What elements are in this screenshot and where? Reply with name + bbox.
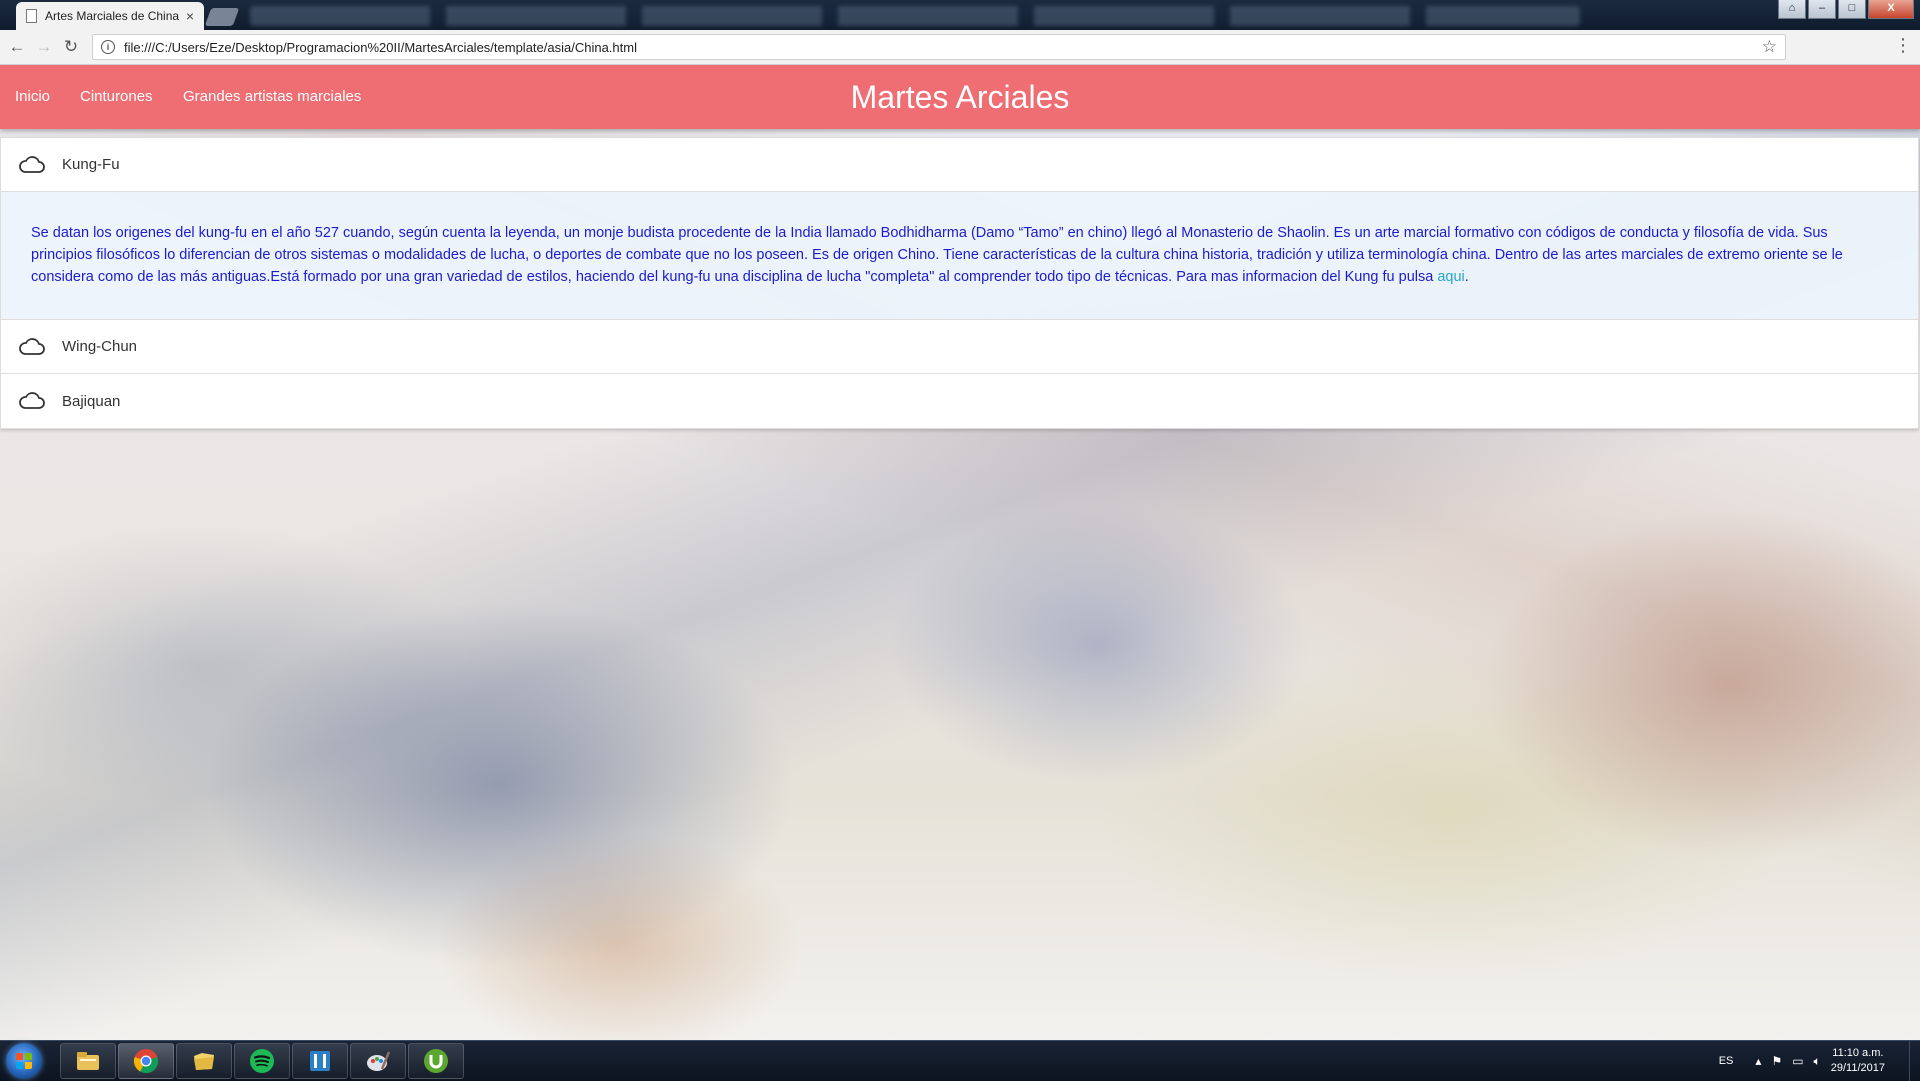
cloud-icon bbox=[19, 337, 45, 355]
maximize-button[interactable]: □ bbox=[1838, 0, 1866, 19]
collapsible-title: Kung-Fu bbox=[62, 156, 120, 173]
collapsible-title: Bajiquan bbox=[62, 392, 121, 410]
paint-icon bbox=[367, 1051, 391, 1071]
nav-link-cinturones[interactable]: Cinturones bbox=[80, 65, 153, 129]
clock[interactable]: 11:10 a.m. 29/11/2017 bbox=[1831, 1046, 1885, 1076]
taskbar-folder[interactable] bbox=[176, 1043, 232, 1079]
document-icon bbox=[26, 9, 37, 23]
language-indicator[interactable]: ES bbox=[1719, 1055, 1734, 1067]
back-icon[interactable]: ← bbox=[7, 37, 27, 57]
taskbar-paint[interactable] bbox=[350, 1043, 406, 1079]
url-text[interactable]: file:///C:/Users/Eze/Desktop/Programacio… bbox=[124, 40, 1762, 55]
clock-time: 11:10 a.m. bbox=[1832, 1047, 1884, 1059]
cloud-icon bbox=[19, 392, 45, 409]
site-navbar: Inicio Cinturones Grandes artistas marci… bbox=[0, 65, 1920, 129]
network-icon[interactable]: ▭ bbox=[1792, 1054, 1803, 1068]
brand-logo[interactable]: Martes Arciales bbox=[851, 79, 1070, 115]
close-button[interactable]: X bbox=[1868, 0, 1914, 19]
other-tabs bbox=[250, 6, 1580, 26]
tab-close-icon[interactable]: × bbox=[186, 8, 194, 24]
taskbar-chrome[interactable] bbox=[118, 1043, 174, 1079]
chrome-icon bbox=[133, 1049, 159, 1074]
page-viewport: Inicio Cinturones Grandes artistas marci… bbox=[0, 65, 1920, 1040]
start-button[interactable] bbox=[6, 1043, 42, 1079]
tab-title: Artes Marciales de China bbox=[45, 9, 180, 23]
file-explorer-icon bbox=[77, 1052, 99, 1070]
info-icon[interactable]: i bbox=[101, 40, 115, 54]
browser-menu-icon[interactable]: ⋮ bbox=[1894, 36, 1912, 54]
taskbar-app[interactable] bbox=[292, 1043, 348, 1079]
taskbar-spotify[interactable] bbox=[234, 1043, 290, 1079]
volume-icon[interactable]: 🔈︎ bbox=[1814, 1054, 1821, 1069]
system-tray: ES ▴ ⚑ ▭ 🔈︎ 11:10 a.m. 29/11/2017 bbox=[1719, 1041, 1920, 1081]
address-bar[interactable]: i file:///C:/Users/Eze/Desktop/Programac… bbox=[92, 34, 1786, 60]
window-controls: ⌂ – □ X bbox=[1778, 0, 1914, 19]
browser-tab[interactable]: Artes Marciales de China × bbox=[16, 2, 204, 30]
restore-tabs-button[interactable]: ⌂ bbox=[1778, 0, 1806, 19]
windows-taskbar: ES ▴ ⚑ ▭ 🔈︎ 11:10 a.m. 29/11/2017 bbox=[0, 1040, 1920, 1081]
app-icon bbox=[310, 1051, 330, 1071]
nav-link-inicio[interactable]: Inicio bbox=[15, 65, 50, 129]
spotify-icon bbox=[250, 1049, 274, 1073]
new-tab-button[interactable] bbox=[204, 8, 240, 26]
action-center-flag-icon[interactable]: ⚑ bbox=[1771, 1054, 1782, 1068]
kung-fu-description: Se datan los origenes del kung-fu en el … bbox=[31, 225, 1843, 285]
collapsible-title: Wing-Chun bbox=[62, 338, 138, 355]
taskbar-utorrent[interactable] bbox=[408, 1043, 464, 1079]
clock-date: 29/11/2017 bbox=[1830, 1062, 1885, 1074]
collapsible-list: Kung-Fu Se datan los origenes del kung-f… bbox=[0, 137, 1919, 429]
taskbar-file-explorer[interactable] bbox=[60, 1043, 116, 1079]
show-hidden-icons-icon[interactable]: ▴ bbox=[1755, 1054, 1761, 1068]
bookmark-star-icon[interactable]: ☆ bbox=[1762, 37, 1777, 57]
browser-titlebar: Artes Marciales de China × ⌂ – □ X bbox=[0, 0, 1920, 30]
show-desktop-button[interactable] bbox=[1909, 1041, 1920, 1081]
reload-icon[interactable]: ↻ bbox=[61, 37, 81, 57]
collapsible-header-kung-fu[interactable]: Kung-Fu bbox=[1, 138, 1918, 192]
forward-icon[interactable]: → bbox=[34, 37, 54, 57]
body-period: . bbox=[1464, 269, 1469, 285]
minimize-button[interactable]: – bbox=[1808, 0, 1836, 19]
collapsible-header-wing-chun[interactable]: Wing-Chun bbox=[1, 320, 1918, 374]
nav-link-grandes-artistas[interactable]: Grandes artistas marciales bbox=[183, 65, 361, 129]
collapsible-body-kung-fu: Se datan los origenes del kung-fu en el … bbox=[1, 192, 1918, 320]
collapsible-header-bajiquan[interactable]: Bajiquan bbox=[1, 374, 1918, 428]
more-info-link[interactable]: aqui bbox=[1437, 269, 1464, 285]
utorrent-icon bbox=[424, 1049, 448, 1073]
cloud-icon bbox=[19, 155, 45, 173]
browser-toolbar: ← → ↻ i file:///C:/Users/Eze/Desktop/Pro… bbox=[0, 30, 1920, 65]
windows-logo-icon bbox=[16, 1053, 32, 1069]
folder-icon bbox=[194, 1053, 214, 1070]
